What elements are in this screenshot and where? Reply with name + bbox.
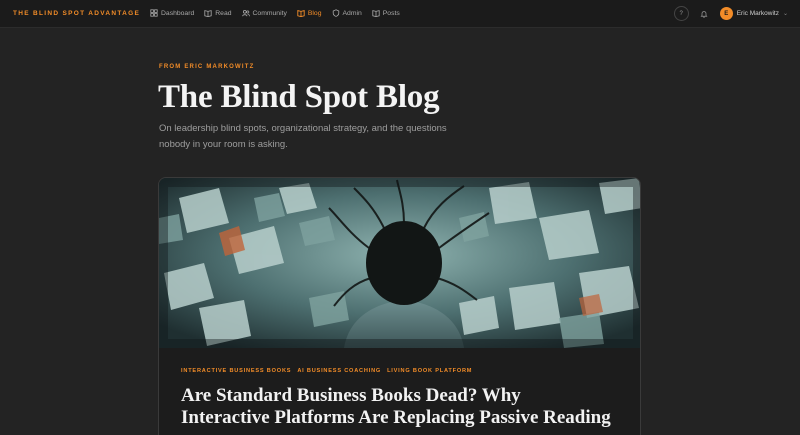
nav-item-community[interactable]: Community xyxy=(241,9,287,17)
post-tag[interactable]: AI BUSINESS COACHING xyxy=(297,368,381,374)
post-tags: INTERACTIVE BUSINESS BOOKS AI BUSINESS C… xyxy=(181,368,472,374)
page-title: The Blind Spot Blog xyxy=(158,79,440,115)
nav-item-admin[interactable]: Admin xyxy=(332,9,362,17)
top-nav-bar: THE BLIND SPOT ADVANTAGE Dashboard Read xyxy=(0,0,800,28)
dashboard-icon xyxy=(150,9,158,17)
nav-label-read: Read xyxy=(215,9,232,17)
featured-post-image[interactable] xyxy=(159,178,640,348)
user-menu[interactable]: E Eric Markowitz ⌄ xyxy=(719,7,788,20)
book-icon xyxy=(372,10,380,17)
post-tag[interactable]: LIVING BOOK PLATFORM xyxy=(387,368,472,374)
nav-label-posts: Posts xyxy=(382,9,400,17)
nav-item-read[interactable]: Read xyxy=(204,9,232,17)
book-open-icon xyxy=(297,10,305,17)
nav-item-posts[interactable]: Posts xyxy=(372,9,400,17)
nav-label-admin: Admin xyxy=(342,9,362,17)
post-title[interactable]: Are Standard Business Books Dead? Why In… xyxy=(181,385,611,429)
post-tag[interactable]: INTERACTIVE BUSINESS BOOKS xyxy=(181,368,291,374)
nav-item-blog[interactable]: Blog xyxy=(297,9,322,17)
user-name: Eric Markowitz xyxy=(736,10,779,17)
book-icon xyxy=(204,10,212,17)
nav-label-dashboard: Dashboard xyxy=(161,9,195,17)
page-subtitle: On leadership blind spots, organizationa… xyxy=(159,123,447,150)
bell-icon xyxy=(700,10,708,18)
featured-post-card[interactable]: INTERACTIVE BUSINESS BOOKS AI BUSINESS C… xyxy=(158,177,641,435)
help-button[interactable]: ? xyxy=(673,6,689,21)
shield-icon xyxy=(332,9,339,17)
nav-item-dashboard[interactable]: Dashboard xyxy=(150,9,194,17)
nav-label-community: Community xyxy=(252,9,287,17)
header-tools: ? E Eric Markowitz ⌄ xyxy=(673,6,788,21)
page-eyebrow: FROM ERIC MARKOWITZ xyxy=(159,64,255,70)
nav-label-blog: Blog xyxy=(307,9,322,17)
users-icon xyxy=(241,9,250,17)
main-nav: Dashboard Read Community Blog Admin Post… xyxy=(150,9,400,17)
flying-books-illustration xyxy=(159,178,640,348)
avatar: E xyxy=(719,7,733,20)
chevron-down-icon: ⌄ xyxy=(782,11,788,17)
brand-logo[interactable]: THE BLIND SPOT ADVANTAGE xyxy=(13,10,140,17)
notifications-button[interactable] xyxy=(697,6,712,21)
